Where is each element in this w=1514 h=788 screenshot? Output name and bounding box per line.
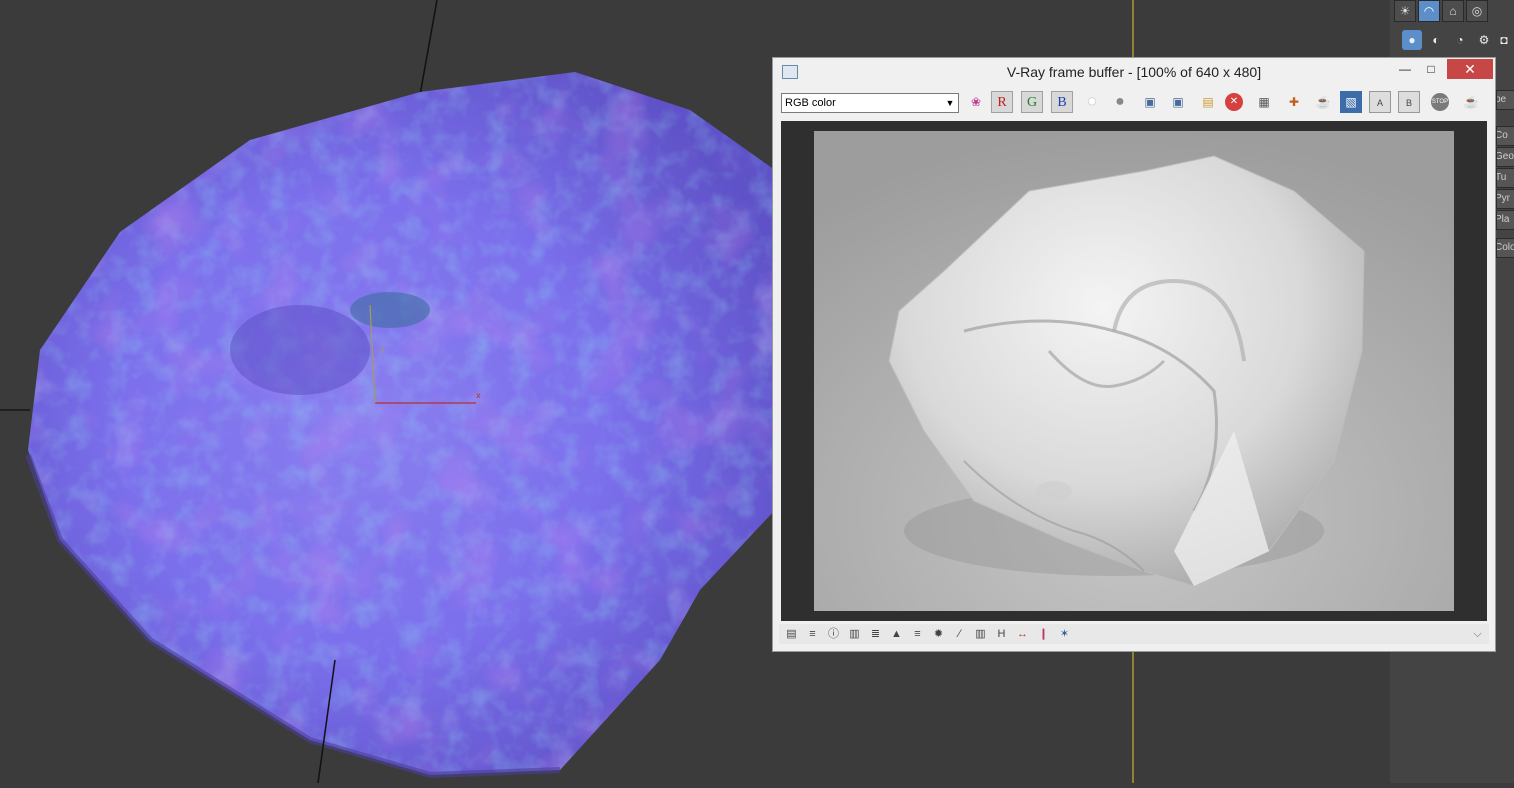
arc-icon: ◠ [1423, 4, 1435, 18]
levels-icon[interactable]: ≣ [867, 626, 884, 642]
save-image-icon[interactable]: ▣ [1139, 91, 1161, 113]
lights-button[interactable]: ◔ [1450, 30, 1470, 50]
grid-line [419, 0, 438, 96]
render-last-icon[interactable]: ☕ [1312, 91, 1334, 113]
cameras-button[interactable]: ⚙ [1474, 30, 1494, 50]
sun-icon: ☀ [1399, 4, 1411, 18]
geometry-button[interactable]: ● [1402, 30, 1422, 50]
maximize-button[interactable]: □ [1418, 60, 1444, 80]
save-all-icon[interactable]: ▣ [1167, 91, 1189, 113]
chevron-down-icon: ▼ [945, 98, 955, 108]
window-title-bar[interactable]: V-Ray frame buffer - [100% of 640 x 480]… [773, 58, 1495, 86]
hierarchy-tab[interactable]: ⌂ [1442, 0, 1464, 22]
create-tab[interactable]: ☀ [1394, 0, 1416, 22]
shapes-icon: ◐ [1432, 33, 1440, 47]
sphere-icon: ● [1408, 33, 1416, 47]
lens-effects-icon[interactable]: ✹ [930, 626, 947, 642]
follow-mouse-icon[interactable]: ✚ [1283, 91, 1305, 113]
settings-icon[interactable]: ✶ [1056, 626, 1073, 642]
alpha-view-button[interactable]: ● [1109, 91, 1131, 113]
channels-icon[interactable]: ❀ [965, 91, 987, 113]
region-render-icon[interactable]: ▦ [1253, 91, 1275, 113]
compare-b-button[interactable]: B [1398, 91, 1420, 113]
open-folder-icon[interactable]: ▤ [1197, 91, 1219, 113]
light-icon: ◔ [1456, 33, 1464, 47]
link-icon[interactable]: ▧ [1340, 91, 1362, 113]
motion-tab[interactable]: ◎ [1466, 0, 1488, 22]
history-icon[interactable]: ▤ [783, 626, 800, 642]
green-channel-button[interactable]: G [1021, 91, 1043, 113]
mono-view-button[interactable]: ● [1081, 91, 1103, 113]
render-elements-icon[interactable]: ≡ [804, 626, 821, 642]
hierarchy-icon: ⌂ [1449, 4, 1457, 18]
stop-render-icon[interactable]: STOP [1431, 93, 1449, 111]
histogram-icon[interactable]: H [993, 626, 1010, 642]
stereo-icon[interactable]: ❙ [1035, 626, 1052, 642]
axis-y-label: y [380, 345, 385, 354]
rendered-image [814, 131, 1454, 611]
helper-icon: ◘ [1500, 33, 1508, 47]
object-type-label: pe [1496, 90, 1514, 110]
channel-select[interactable]: RGB color ▼ [781, 93, 959, 113]
blue-channel-button[interactable]: B [1051, 91, 1073, 113]
exposure-curve-icon[interactable]: ∕ [951, 626, 968, 642]
object-button-geosphere[interactable]: GeoS [1496, 147, 1514, 167]
close-button[interactable]: ✕ [1447, 59, 1493, 79]
curve-icon[interactable]: ▲ [888, 626, 905, 642]
render-teapot-icon[interactable]: ☕ [1460, 91, 1482, 113]
vfb-toolbar: RGB color ▼ ❀ R G B ● ● ▣ ▣ ▤ ✕ ▦ ✚ ☕ ▧ … [779, 91, 1489, 115]
shapes-button[interactable]: ◐ [1426, 30, 1446, 50]
lut-icon[interactable]: ≡ [909, 626, 926, 642]
object-button-plane[interactable]: Pla [1496, 210, 1514, 230]
object-button-tube[interactable]: Tu [1496, 168, 1514, 188]
vfb-status-bar: ▤ ≡ ⓘ ▥ ≣ ▲ ≡ ✹ ∕ ▥ H ↔ ❙ ✶ ⌵ [779, 624, 1489, 644]
clear-image-icon[interactable]: ✕ [1225, 93, 1243, 111]
red-channel-button[interactable]: R [991, 91, 1013, 113]
window-title: V-Ray frame buffer - [100% of 640 x 480] [1006, 64, 1262, 80]
helpers-button[interactable]: ◘ [1494, 30, 1514, 50]
info-icon[interactable]: ⓘ [825, 626, 842, 642]
object-button-pyramid[interactable]: Pyr [1496, 189, 1514, 209]
object-color-label: Color [1496, 238, 1514, 258]
expand-icon[interactable]: ⌵ [1469, 626, 1486, 642]
axis-x-label: x [476, 391, 481, 400]
vray-frame-buffer-window[interactable]: V-Ray frame buffer - [100% of 640 x 480]… [772, 57, 1496, 652]
pixel-aspect-icon[interactable]: ↔ [1014, 626, 1031, 642]
channel-select-value: RGB color [785, 97, 836, 109]
camera-icon: ⚙ [1478, 33, 1490, 47]
compare-a-button[interactable]: A [1369, 91, 1391, 113]
motion-icon: ◎ [1471, 4, 1483, 18]
render-canvas[interactable] [781, 121, 1487, 621]
modify-tab[interactable]: ◠ [1418, 0, 1440, 22]
minimize-button[interactable]: — [1392, 60, 1418, 80]
object-button-cone[interactable]: Co [1496, 126, 1514, 146]
display-correction-icon[interactable]: ▥ [972, 626, 989, 642]
color-corrections-icon[interactable]: ▥ [846, 626, 863, 642]
